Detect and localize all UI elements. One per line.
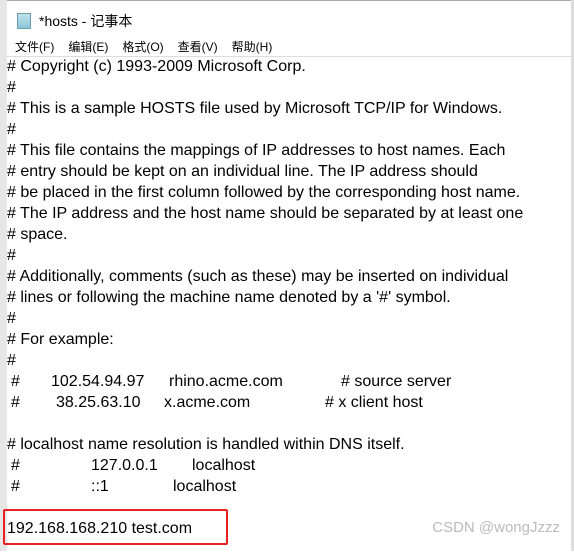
ip: 102.54.94.97 [51, 373, 145, 390]
text-line: # This file contains the mappings of IP … [7, 142, 506, 159]
text-line: # [7, 310, 16, 327]
hash: # [11, 394, 20, 411]
host: localhost [173, 478, 237, 495]
menu-file[interactable]: 文件(F) [15, 38, 54, 55]
menu-help[interactable]: 帮助(H) [232, 38, 273, 55]
example-line: # 38.25.63.10 x.acme.com # x client host [11, 392, 423, 413]
text-line: # [7, 247, 16, 264]
localhost-line: # 127.0.0.1 localhost [11, 455, 255, 476]
hash: # [11, 457, 20, 474]
comment: # x client host [325, 394, 423, 411]
text-line: # The IP address and the host name shoul… [7, 205, 524, 222]
text-line: # [7, 79, 16, 96]
window-title: *hosts - 记事本 [39, 13, 133, 29]
watermark: CSDN @wongJzzz [432, 519, 560, 536]
menu-edit[interactable]: 编辑(E) [68, 38, 108, 55]
title-bar: *hosts - 记事本 [17, 11, 132, 31]
host: localhost [192, 457, 256, 474]
ip: ::1 [91, 478, 109, 495]
menu-view[interactable]: 查看(V) [178, 38, 218, 55]
text-line: # lines or following the machine name de… [7, 289, 451, 306]
text-line: # This is a sample HOSTS file used by Mi… [7, 100, 503, 117]
text-line: # be placed in the first column followed… [7, 184, 521, 201]
text-line: # entry should be kept on an individual … [7, 163, 478, 180]
localhost-line: # ::1 localhost [11, 476, 236, 497]
example-line: # 102.54.94.97 rhino.acme.com # source s… [11, 371, 451, 392]
hash: # [11, 373, 20, 390]
notepad-icon [17, 13, 31, 29]
menu-bar: 文件(F) 编辑(E) 格式(O) 查看(V) 帮助(H) [15, 38, 286, 55]
ip: 127.0.0.1 [91, 457, 158, 474]
ip: 38.25.63.10 [56, 394, 141, 411]
text-line: # For example: [7, 331, 114, 348]
host: x.acme.com [164, 394, 251, 411]
text-line: # Additionally, comments (such as these)… [7, 268, 509, 285]
host: rhino.acme.com [169, 373, 283, 390]
text-line: # [7, 121, 16, 138]
text-line: # Copyright (c) 1993-2009 Microsoft Corp… [7, 58, 306, 75]
comment: # source server [341, 373, 452, 390]
highlight-box [3, 509, 228, 545]
menu-format[interactable]: 格式(O) [122, 38, 163, 55]
text-line: # [7, 352, 16, 369]
hash: # [11, 478, 20, 495]
localhost-comment: # localhost name resolution is handled w… [7, 436, 405, 453]
text-line: # space. [7, 226, 68, 243]
